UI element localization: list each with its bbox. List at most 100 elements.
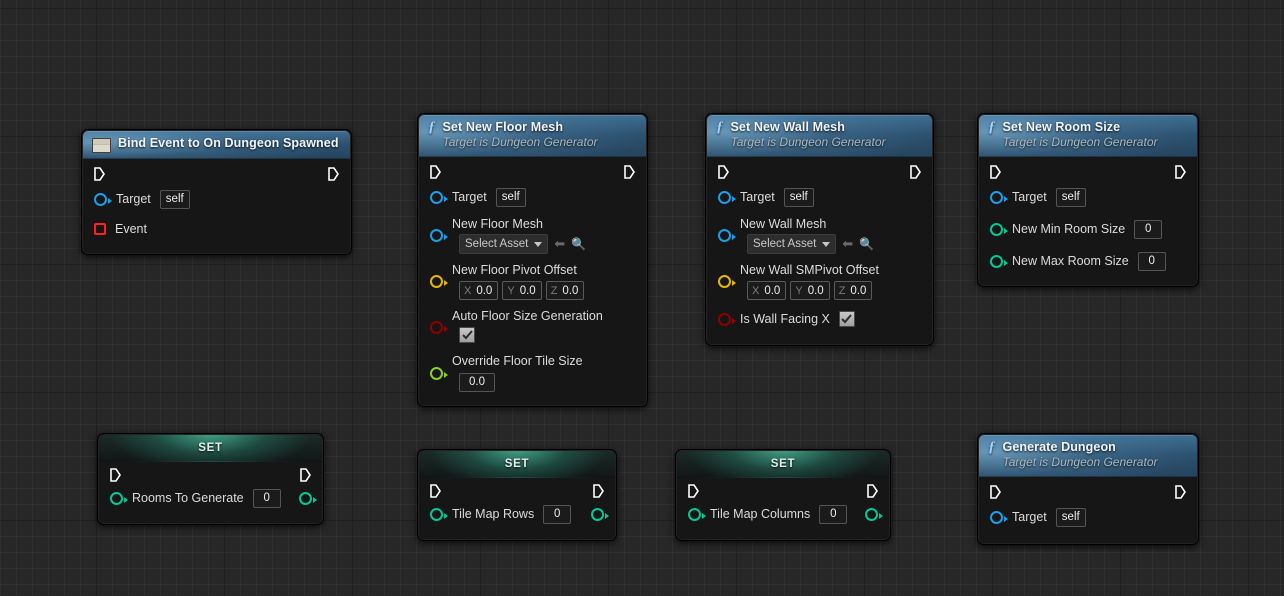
search-icon[interactable]: 🔍 bbox=[571, 238, 586, 250]
vector-x-field[interactable]: X 0.0 bbox=[747, 281, 787, 300]
vector-y-field[interactable]: Y 0.0 bbox=[502, 281, 542, 300]
target-value-field[interactable]: self bbox=[1055, 507, 1086, 527]
integer-pin-tile-map-rows-output[interactable] bbox=[591, 507, 609, 521]
value-field-rooms-to-generate[interactable]: 0 bbox=[252, 488, 281, 508]
integer-pin-tile-map-columns-output[interactable] bbox=[865, 507, 884, 521]
browse-to-asset-icon[interactable]: ⬅ bbox=[842, 237, 853, 250]
exec-out-pin[interactable] bbox=[328, 167, 339, 181]
boolean-pin-auto-floor-size-generation[interactable] bbox=[430, 320, 448, 334]
object-pin-new-floor-mesh[interactable] bbox=[430, 229, 448, 242]
node-title: Generate Dungeon bbox=[1002, 440, 1116, 454]
checkbox-auto-floor-size-generation[interactable] bbox=[459, 327, 475, 343]
exec-in-pin[interactable] bbox=[430, 165, 441, 179]
pin-label-new-min-room-size: New Min Room Size bbox=[1012, 221, 1126, 236]
exec-in-pin[interactable] bbox=[990, 165, 1001, 179]
node-header[interactable]: ƒ Generate Dungeon Target is Dungeon Gen… bbox=[979, 435, 1197, 477]
node-subtitle: Target is Dungeon Generator bbox=[730, 135, 886, 149]
node-body: Tile Map Rows 0 bbox=[419, 478, 615, 539]
node-header[interactable]: SET bbox=[419, 451, 615, 478]
node-set-tile-map-rows[interactable]: SET Tile Map Rows 0 bbox=[417, 449, 617, 541]
checkbox-is-wall-facing-x[interactable] bbox=[838, 311, 855, 327]
object-pin-target[interactable] bbox=[718, 190, 736, 204]
node-set-new-room-size[interactable]: ƒ Set New Room Size Target is Dungeon Ge… bbox=[977, 113, 1199, 287]
exec-out-pin[interactable] bbox=[910, 165, 921, 179]
node-generate-dungeon[interactable]: ƒ Generate Dungeon Target is Dungeon Gen… bbox=[977, 433, 1199, 545]
pin-label-tile-map-columns: Tile Map Columns bbox=[710, 506, 811, 521]
node-title: Set New Floor Mesh bbox=[442, 120, 564, 134]
object-pin-new-wall-mesh[interactable] bbox=[718, 229, 736, 242]
value-field-tile-map-rows[interactable]: 0 bbox=[543, 504, 572, 524]
node-header[interactable]: ƒ Set New Floor Mesh Target is Dungeon G… bbox=[419, 115, 646, 157]
exec-in-pin[interactable] bbox=[990, 485, 1001, 499]
node-bind-event-to-on-dungeon-spawned[interactable]: Bind Event to On Dungeon Spawned Target … bbox=[81, 129, 352, 255]
exec-in-pin[interactable] bbox=[430, 484, 441, 498]
node-header[interactable]: ƒ Set New Room Size Target is Dungeon Ge… bbox=[979, 115, 1197, 157]
exec-in-pin[interactable] bbox=[718, 165, 729, 179]
exec-in-pin[interactable] bbox=[94, 167, 105, 181]
object-pin-target[interactable] bbox=[430, 190, 448, 204]
blueprint-graph-canvas[interactable]: Bind Event to On Dungeon Spawned Target … bbox=[0, 0, 1284, 596]
target-value-field[interactable]: self bbox=[783, 187, 814, 207]
axis-value-y: 0.0 bbox=[519, 284, 536, 297]
exec-out-pin[interactable] bbox=[1175, 165, 1186, 179]
pin-label-target: Target bbox=[740, 189, 775, 204]
integer-pin-tile-map-columns-input[interactable] bbox=[688, 507, 706, 521]
node-set-new-wall-mesh[interactable]: ƒ Set New Wall Mesh Target is Dungeon Ge… bbox=[705, 113, 934, 346]
node-title: Bind Event to On Dungeon Spawned bbox=[118, 136, 339, 150]
node-header[interactable]: SET bbox=[677, 451, 889, 478]
node-header[interactable]: SET bbox=[99, 435, 322, 462]
axis-value-x: 0.0 bbox=[764, 284, 781, 297]
value-field-tile-map-columns[interactable]: 0 bbox=[819, 504, 848, 524]
node-header[interactable]: ƒ Set New Wall Mesh Target is Dungeon Ge… bbox=[707, 115, 932, 157]
vector-x-field[interactable]: X 0.0 bbox=[459, 281, 499, 300]
delegate-icon bbox=[92, 138, 111, 153]
node-body: Target self New Min Room Size 0 New Max … bbox=[979, 157, 1197, 285]
node-header[interactable]: Bind Event to On Dungeon Spawned bbox=[83, 131, 350, 159]
exec-out-pin[interactable] bbox=[867, 484, 878, 498]
target-value-field[interactable]: self bbox=[495, 187, 526, 207]
value-field-override-floor-tile-size[interactable]: 0.0 bbox=[459, 373, 495, 392]
exec-pin-row bbox=[99, 462, 322, 488]
integer-pin-new-min-room-size[interactable] bbox=[990, 222, 1008, 236]
exec-out-pin[interactable] bbox=[300, 468, 311, 482]
integer-pin-rooms-to-generate-output[interactable] bbox=[298, 491, 317, 505]
value-field-new-min-room-size[interactable]: 0 bbox=[1134, 219, 1163, 239]
vector-y-field[interactable]: Y 0.0 bbox=[790, 281, 830, 300]
target-value-field[interactable]: self bbox=[1055, 187, 1086, 207]
vector-pin-new-floor-pivot-offset[interactable] bbox=[430, 275, 448, 288]
axis-label-x: X bbox=[752, 284, 760, 297]
vector-z-field[interactable]: Z 0.0 bbox=[833, 281, 873, 300]
delegate-pin-event[interactable] bbox=[94, 223, 106, 235]
integer-pin-rooms-to-generate-input[interactable] bbox=[110, 491, 128, 505]
exec-in-pin[interactable] bbox=[110, 468, 121, 482]
asset-picker-new-floor-mesh[interactable]: Select Asset bbox=[459, 234, 549, 254]
integer-pin-new-max-room-size[interactable] bbox=[990, 254, 1008, 268]
asset-picker-new-wall-mesh[interactable]: Select Asset bbox=[747, 234, 837, 254]
pin-row-tile-map-columns: Tile Map Columns 0 bbox=[677, 504, 889, 539]
node-title: SET bbox=[198, 442, 223, 454]
object-pin-target[interactable] bbox=[94, 192, 112, 206]
value-field-new-max-room-size[interactable]: 0 bbox=[1137, 251, 1166, 271]
vector-z-field[interactable]: Z 0.0 bbox=[545, 281, 585, 300]
search-icon[interactable]: 🔍 bbox=[859, 238, 874, 250]
exec-in-pin[interactable] bbox=[688, 484, 699, 498]
pin-row-new-floor-pivot-offset: New Floor Pivot Offset X 0.0 Y 0.0 Z 0.0 bbox=[419, 263, 646, 309]
node-body: Rooms To Generate 0 bbox=[99, 462, 322, 523]
node-body: Target self New Wall Mesh Select Asset ⬅ bbox=[707, 157, 932, 344]
exec-out-pin[interactable] bbox=[624, 165, 635, 179]
exec-out-pin[interactable] bbox=[593, 484, 604, 498]
node-set-tile-map-columns[interactable]: SET Tile Map Columns 0 bbox=[675, 449, 891, 541]
browse-to-asset-icon[interactable]: ⬅ bbox=[554, 237, 565, 250]
float-pin-override-floor-tile-size[interactable] bbox=[430, 366, 448, 380]
boolean-pin-is-wall-facing-x[interactable] bbox=[718, 312, 736, 326]
target-value-field[interactable]: self bbox=[159, 189, 190, 209]
object-pin-target[interactable] bbox=[990, 190, 1008, 204]
integer-pin-tile-map-rows-input[interactable] bbox=[430, 507, 448, 521]
object-pin-target[interactable] bbox=[990, 510, 1008, 524]
node-set-rooms-to-generate[interactable]: SET Rooms To Generate 0 bbox=[97, 433, 324, 525]
exec-out-pin[interactable] bbox=[1175, 485, 1186, 499]
node-set-new-floor-mesh[interactable]: ƒ Set New Floor Mesh Target is Dungeon G… bbox=[417, 113, 648, 407]
pin-label-new-floor-mesh: New Floor Mesh bbox=[452, 217, 543, 231]
vector-pin-new-wall-smpivot-offset[interactable] bbox=[718, 275, 736, 288]
pin-row-new-min-room-size: New Min Room Size 0 bbox=[979, 219, 1197, 251]
